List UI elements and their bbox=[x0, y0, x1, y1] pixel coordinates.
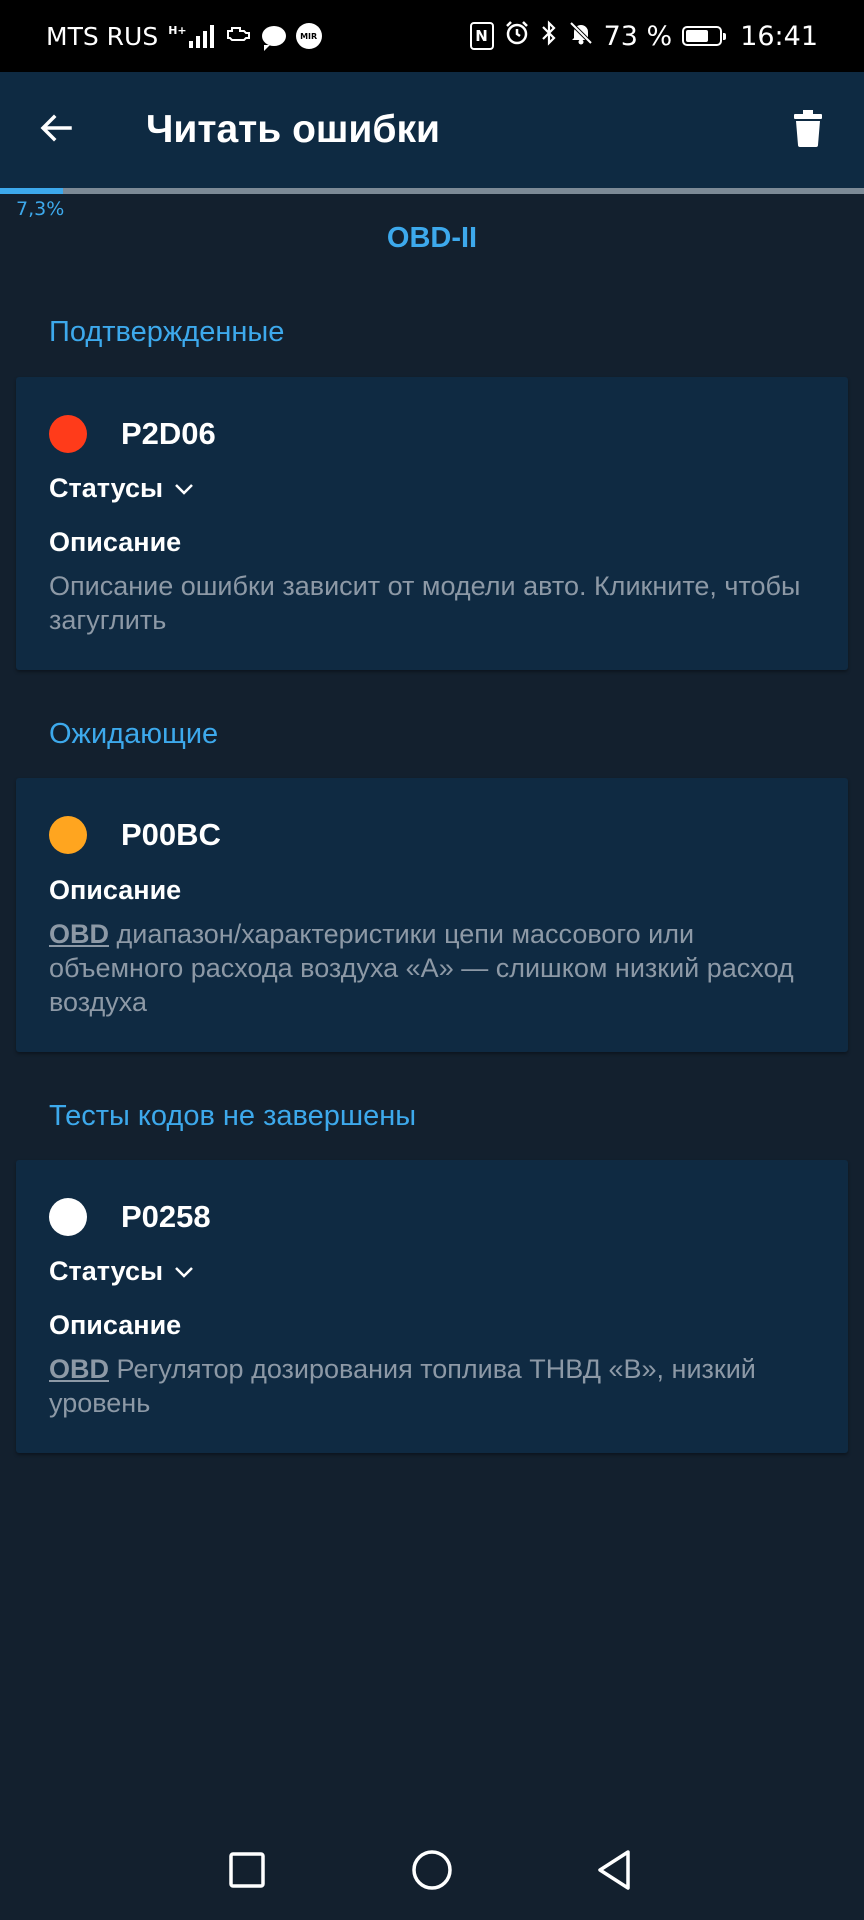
mir-pay-icon: MIR bbox=[295, 23, 322, 49]
error-code: P2D06 bbox=[121, 416, 216, 451]
back-button[interactable] bbox=[26, 98, 86, 158]
description-body: Описание ошибки зависит от модели авто. … bbox=[49, 571, 801, 635]
carrier-label: MTS RUS bbox=[46, 21, 159, 51]
card-header: P0258 bbox=[49, 1198, 211, 1236]
car-engine-icon bbox=[224, 22, 252, 51]
statuses-label: Статусы bbox=[49, 1256, 164, 1286]
back-nav-button[interactable] bbox=[582, 1838, 646, 1902]
back-triangle-icon bbox=[598, 1850, 630, 1890]
status-bar-right: N 73 % 16:41 bbox=[469, 0, 818, 72]
error-code: P00BC bbox=[121, 817, 221, 852]
section-heading-pending: Ожидающие bbox=[49, 718, 219, 750]
recents-button[interactable] bbox=[215, 1838, 279, 1902]
obd-link[interactable]: OBD bbox=[49, 919, 109, 949]
card-header: P00BC bbox=[49, 816, 221, 854]
page-title: Читать ошибки bbox=[146, 108, 440, 151]
nfc-icon: N bbox=[469, 22, 494, 50]
statuses-label: Статусы bbox=[49, 473, 164, 503]
description-title: Описание bbox=[49, 875, 182, 905]
progress-fill bbox=[0, 188, 64, 194]
app-bar: Читать ошибки bbox=[0, 72, 864, 188]
status-bar-left: MTS RUS H+ MIR bbox=[46, 0, 322, 72]
statuses-toggle[interactable]: Статусы bbox=[49, 473, 195, 504]
home-circle-icon bbox=[412, 1850, 452, 1890]
status-dot-icon bbox=[49, 415, 87, 453]
mute-bell-icon bbox=[568, 20, 594, 53]
obd-link[interactable]: OBD bbox=[49, 1354, 109, 1384]
chevron-down-icon bbox=[175, 483, 193, 495]
recents-square-icon bbox=[229, 1852, 265, 1888]
progress-bar bbox=[0, 188, 864, 194]
error-card-p0258[interactable]: P0258 Статусы Описание OBD Регулятор доз… bbox=[16, 1160, 848, 1453]
battery-icon bbox=[682, 26, 727, 46]
description-text[interactable]: Описание ошибки зависит от модели авто. … bbox=[49, 569, 815, 637]
alarm-icon bbox=[504, 20, 530, 53]
section-heading-incomplete: Тесты кодов не завершены bbox=[49, 1100, 417, 1132]
status-bar: MTS RUS H+ MIR N 73 % 16:41 bbox=[0, 0, 864, 72]
arrow-left-icon bbox=[40, 114, 72, 142]
chat-icon bbox=[261, 26, 286, 51]
error-card-p2d06[interactable]: P2D06 Статусы Описание Описание ошибки з… bbox=[16, 377, 848, 670]
battery-percent: 73 % bbox=[603, 20, 673, 52]
status-dot-icon bbox=[49, 816, 87, 854]
statuses-toggle[interactable]: Статусы bbox=[49, 1256, 195, 1287]
description-title: Описание bbox=[49, 527, 182, 557]
error-card-p00bc[interactable]: P00BC Описание OBD диапазон/характеристи… bbox=[16, 778, 848, 1052]
error-code: P0258 bbox=[121, 1199, 211, 1234]
progress-label: 7,3% bbox=[16, 198, 65, 220]
description-text: OBD диапазон/характеристики цепи массово… bbox=[49, 917, 815, 1019]
description-text: OBD Регулятор дозирования топлива ТНВД «… bbox=[49, 1352, 815, 1420]
home-button[interactable] bbox=[400, 1838, 464, 1902]
description-title: Описание bbox=[49, 1310, 182, 1340]
trash-icon bbox=[794, 110, 822, 147]
description-body: диапазон/характеристики цепи массового и… bbox=[49, 919, 794, 1017]
status-dot-icon bbox=[49, 1198, 87, 1236]
system-nav-bar bbox=[0, 1820, 864, 1920]
section-heading-confirmed: Подтвержденные bbox=[49, 316, 285, 348]
protocol-label: OBD-II bbox=[386, 222, 478, 254]
chevron-down-icon bbox=[175, 1266, 193, 1278]
signal-icon: H+ bbox=[168, 24, 214, 48]
delete-button[interactable] bbox=[778, 98, 838, 158]
bluetooth-icon bbox=[540, 19, 558, 53]
clock: 16:41 bbox=[740, 20, 818, 52]
network-type-label: H+ bbox=[168, 24, 187, 37]
description-body: Регулятор дозирования топлива ТНВД «В», … bbox=[49, 1354, 756, 1418]
card-header: P2D06 bbox=[49, 415, 216, 453]
